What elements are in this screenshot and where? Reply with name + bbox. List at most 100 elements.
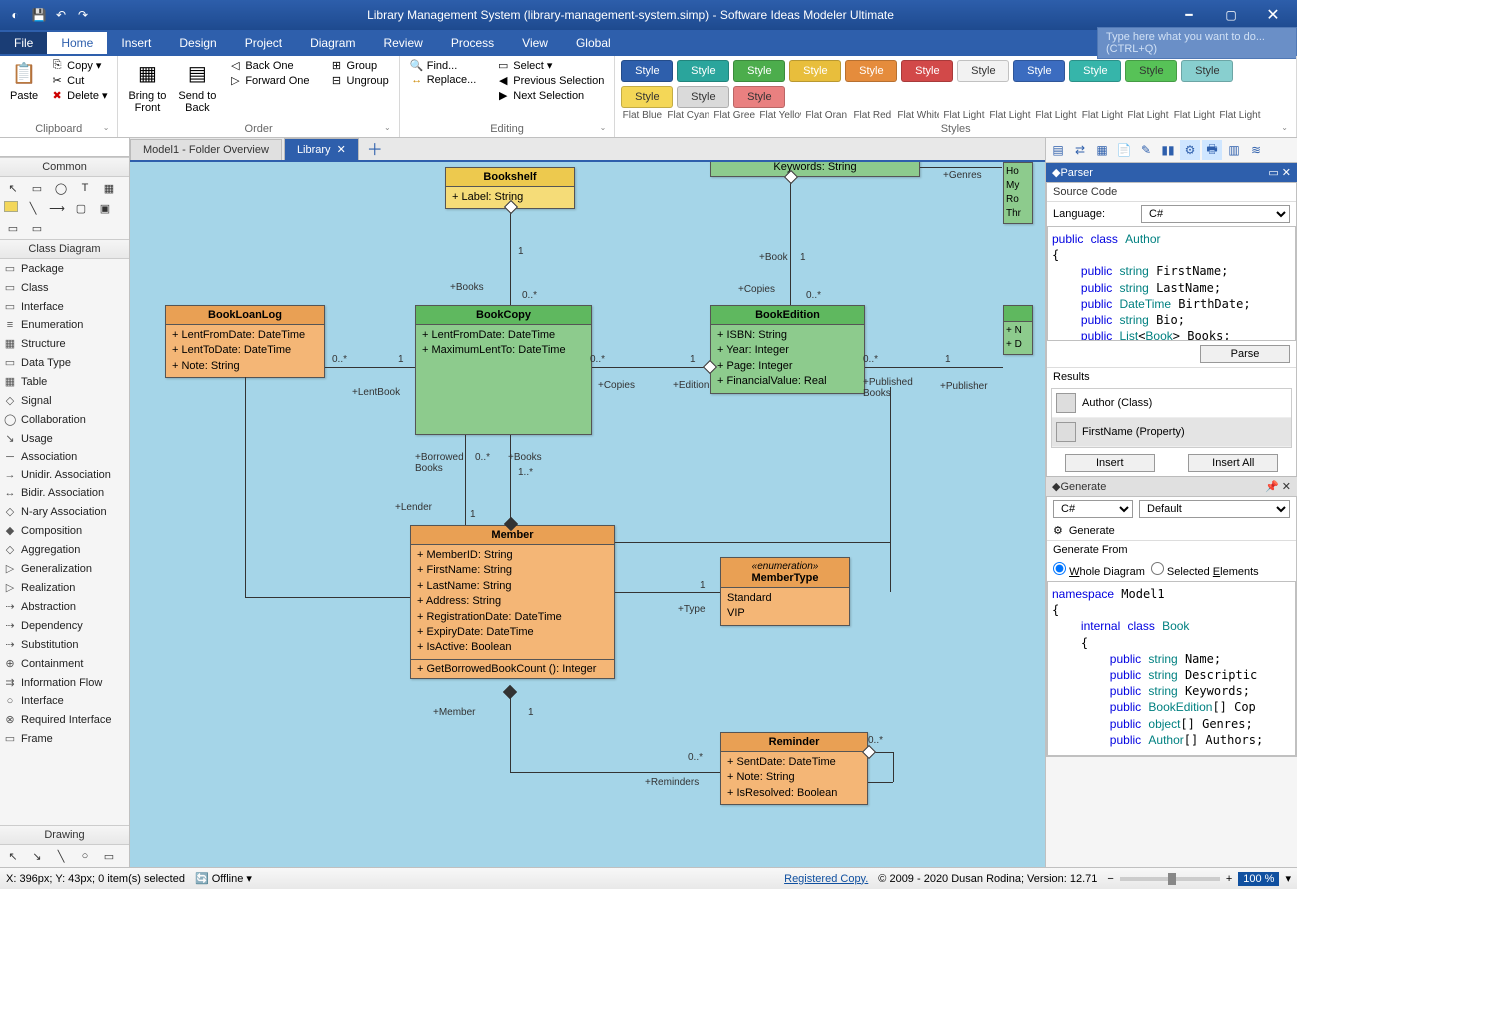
tool-table[interactable]: ▦Table bbox=[0, 372, 129, 391]
zoom-out-button[interactable]: − bbox=[1107, 873, 1113, 885]
draw-arrow-icon[interactable]: ↘ bbox=[28, 849, 46, 863]
panel-icon[interactable]: ✎ bbox=[1136, 140, 1156, 160]
shape-tab2-icon[interactable]: ▭ bbox=[28, 221, 46, 235]
doc-tab-model1[interactable]: Model1 - Folder Overview bbox=[130, 139, 282, 160]
style-swatch[interactable]: Style bbox=[621, 60, 673, 82]
panel-icon[interactable]: ⚙ bbox=[1180, 140, 1200, 160]
class-membertype[interactable]: «enumeration»MemberType StandardVIP bbox=[720, 557, 850, 626]
replace-button[interactable]: ↔Replace... bbox=[406, 73, 481, 87]
save-icon[interactable]: 💾 bbox=[30, 6, 48, 24]
menu-process[interactable]: Process bbox=[437, 32, 508, 54]
panel-icon[interactable]: ▮▮ bbox=[1158, 140, 1178, 160]
shape-pointer-icon[interactable]: ↖ bbox=[4, 181, 22, 195]
menu-insert[interactable]: Insert bbox=[107, 32, 165, 54]
style-swatch[interactable]: Style bbox=[901, 60, 953, 82]
class-reminder[interactable]: Reminder + SentDate: DateTime+ Note: Str… bbox=[720, 732, 868, 805]
shape-frame-icon[interactable]: ▢ bbox=[72, 201, 90, 215]
registered-link[interactable]: Registered Copy. bbox=[784, 873, 868, 885]
tool-frame[interactable]: ▭Frame bbox=[0, 729, 129, 748]
shape-note-icon[interactable] bbox=[4, 201, 18, 212]
cut-button[interactable]: ✂Cut bbox=[46, 73, 111, 88]
select-button[interactable]: ▭Select ▾ bbox=[492, 58, 608, 73]
group-button[interactable]: ⊞Group bbox=[326, 58, 393, 73]
tool-aggregation[interactable]: ◇Aggregation bbox=[0, 540, 129, 559]
close-icon[interactable]: ✕ bbox=[337, 144, 346, 156]
maximize-button[interactable]: ▢ bbox=[1211, 1, 1251, 29]
tool-association[interactable]: ─Association bbox=[0, 448, 129, 466]
find-button[interactable]: 🔍Find... bbox=[406, 58, 481, 73]
shape-rect-icon[interactable]: ▭ bbox=[28, 181, 46, 195]
shape-image-icon[interactable]: ▦ bbox=[100, 181, 118, 195]
style-swatch[interactable]: Style bbox=[733, 60, 785, 82]
parse-button[interactable]: Parse bbox=[1200, 345, 1290, 363]
undo-icon[interactable]: ↶ bbox=[52, 6, 70, 24]
style-swatch[interactable]: Style bbox=[1181, 60, 1233, 82]
style-swatch[interactable]: Style bbox=[677, 60, 729, 82]
minimize-button[interactable]: ━ bbox=[1169, 1, 1209, 29]
prev-sel-button[interactable]: ◀Previous Selection bbox=[492, 73, 608, 88]
class-bookedition[interactable]: BookEdition + ISBN: String + Year: Integ… bbox=[710, 305, 865, 394]
generate-panel-header[interactable]: ◆ Generate📌 ✕ bbox=[1046, 476, 1297, 496]
forward-one-button[interactable]: ▷Forward One bbox=[224, 73, 313, 88]
draw-rect-icon[interactable]: ▭ bbox=[100, 849, 118, 863]
delete-button[interactable]: ✖Delete ▾ bbox=[46, 88, 111, 103]
tool-data-type[interactable]: ▭Data Type bbox=[0, 353, 129, 372]
tool-collaboration[interactable]: ◯Collaboration bbox=[0, 410, 129, 429]
style-swatch[interactable]: Style bbox=[733, 86, 785, 108]
panel-icon[interactable]: ▥ bbox=[1224, 140, 1244, 160]
tool-interface[interactable]: ▭Interface bbox=[0, 297, 129, 316]
diagram-canvas[interactable]: Bookshelf + Label: String Keywords: Stri… bbox=[130, 162, 1045, 867]
style-swatch[interactable]: Style bbox=[845, 60, 897, 82]
parser-panel-header[interactable]: ◆ Parser▭ ✕ bbox=[1046, 163, 1297, 182]
style-swatch[interactable]: Style bbox=[677, 86, 729, 108]
tool-abstraction[interactable]: ⇢Abstraction bbox=[0, 597, 129, 616]
tool-information-flow[interactable]: ⇉Information Flow bbox=[0, 673, 129, 692]
panel-icon[interactable]: ▦ bbox=[1092, 140, 1112, 160]
tell-me-search[interactable]: Type here what you want to do... (CTRL+Q… bbox=[1097, 27, 1297, 59]
bring-front-button[interactable]: ▦Bring to Front bbox=[124, 58, 170, 116]
toolbox-section-drawing[interactable]: Drawing bbox=[0, 825, 129, 845]
style-swatch[interactable]: Style bbox=[1013, 60, 1065, 82]
class-publisher-partial[interactable]: + N+ D bbox=[1003, 305, 1033, 355]
doc-tab-library[interactable]: Library✕ bbox=[284, 138, 359, 160]
zoom-dropdown-icon[interactable]: ▾ bbox=[1285, 872, 1291, 885]
menu-diagram[interactable]: Diagram bbox=[296, 32, 369, 54]
tool-dependency[interactable]: ⇢Dependency bbox=[0, 616, 129, 635]
tool-required-interface[interactable]: ⊗Required Interface bbox=[0, 710, 129, 729]
style-swatch[interactable]: Style bbox=[957, 60, 1009, 82]
menu-home[interactable]: Home bbox=[47, 32, 107, 54]
tool-structure[interactable]: ▦Structure bbox=[0, 334, 129, 353]
insert-button[interactable]: Insert bbox=[1065, 454, 1155, 472]
close-button[interactable]: ✕ bbox=[1253, 1, 1293, 29]
offline-indicator[interactable]: 🔄 Offline ▾ bbox=[195, 872, 252, 885]
tool-realization[interactable]: ▷Realization bbox=[0, 578, 129, 597]
menu-global[interactable]: Global bbox=[562, 32, 625, 54]
style-swatch[interactable]: Style bbox=[1069, 60, 1121, 82]
tool-package[interactable]: ▭Package bbox=[0, 259, 129, 278]
tool-interface[interactable]: ○Interface bbox=[0, 692, 129, 710]
panel-icon[interactable]: ⇄ bbox=[1070, 140, 1090, 160]
tool-usage[interactable]: ↘Usage bbox=[0, 429, 129, 448]
panel-icon[interactable]: 🖶 bbox=[1202, 140, 1222, 160]
class-genre-partial[interactable]: HoMy RoThr bbox=[1003, 162, 1033, 224]
send-back-button[interactable]: ▤Send to Back bbox=[174, 58, 220, 116]
menu-design[interactable]: Design bbox=[165, 32, 230, 54]
tool-unidir-association[interactable]: →Unidir. Association bbox=[0, 466, 129, 484]
panel-icon[interactable]: ▤ bbox=[1048, 140, 1068, 160]
menu-file[interactable]: File bbox=[0, 32, 47, 54]
ungroup-button[interactable]: ⊟Ungroup bbox=[326, 73, 393, 88]
insert-all-button[interactable]: Insert All bbox=[1188, 454, 1278, 472]
next-sel-button[interactable]: ▶Next Selection bbox=[492, 88, 608, 103]
tool-signal[interactable]: ◇Signal bbox=[0, 391, 129, 410]
tool-containment[interactable]: ⊕Containment bbox=[0, 654, 129, 673]
generate-template-select[interactable]: Default bbox=[1139, 500, 1290, 518]
shape-connector-icon[interactable]: ⟶ bbox=[48, 201, 66, 215]
style-swatch[interactable]: Style bbox=[621, 86, 673, 108]
shape-tab-icon[interactable]: ▭ bbox=[4, 221, 22, 235]
panel-icon[interactable]: 📄 bbox=[1114, 140, 1134, 160]
tool-class[interactable]: ▭Class bbox=[0, 278, 129, 297]
zoom-slider[interactable] bbox=[1120, 877, 1220, 881]
paste-button[interactable]: 📋Paste bbox=[6, 58, 42, 104]
toolbox-section-class[interactable]: Class Diagram bbox=[0, 239, 129, 259]
draw-circle-icon[interactable]: ○ bbox=[76, 849, 94, 863]
